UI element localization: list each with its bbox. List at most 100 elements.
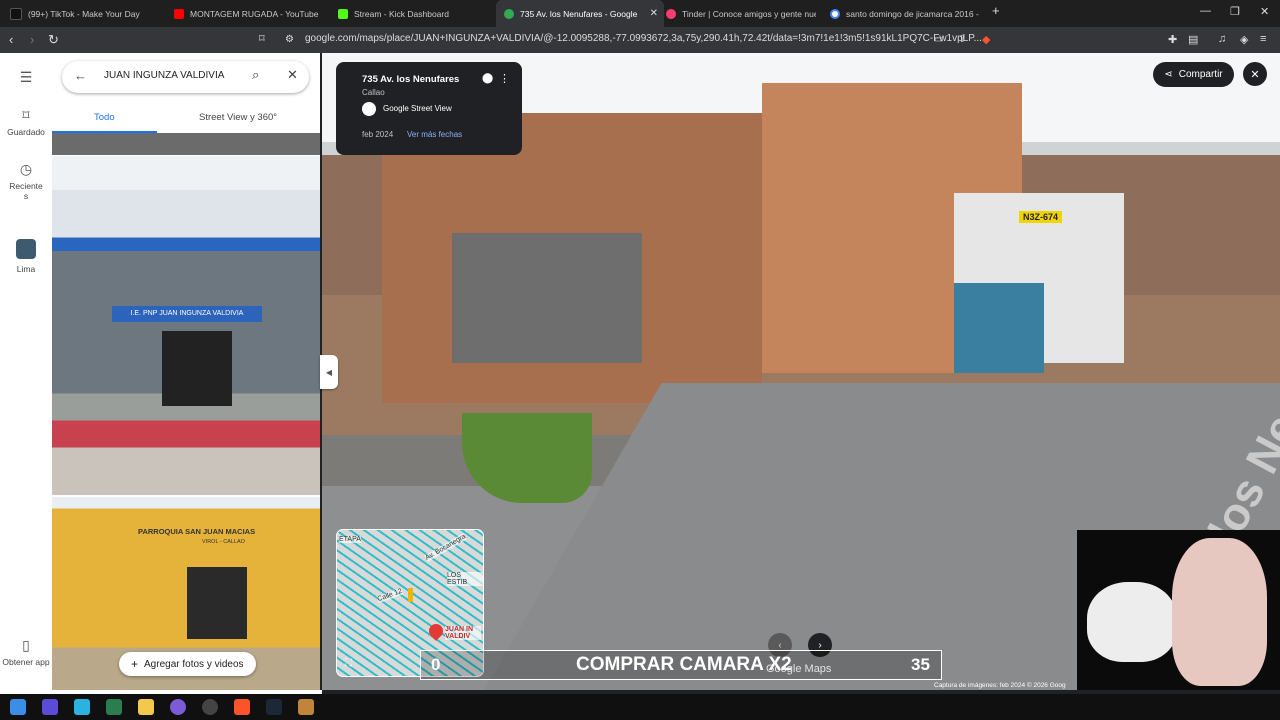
back-icon[interactable]: ‹ [9, 32, 13, 47]
tab-google-search[interactable]: santo domingo de jicamarca 2016 - E [830, 0, 980, 27]
url-field[interactable]: google.com/maps/place/JUAN+INGUNZA+VALDI… [305, 33, 982, 44]
new-tab-icon[interactable]: + [992, 3, 1000, 18]
minimize-icon[interactable]: — [1200, 5, 1211, 17]
kick-icon [338, 8, 348, 19]
map-pin-icon[interactable] [426, 621, 446, 641]
recents-label: Reciente s [9, 181, 43, 201]
plush-dog [1087, 582, 1177, 662]
location-pin-icon[interactable]: ⬤ [482, 73, 493, 84]
store-icon[interactable] [106, 699, 122, 715]
obs-icon[interactable] [202, 699, 218, 715]
map-label: Av. Bocanegra [424, 533, 467, 562]
brave-shield-icon[interactable]: ◆ [982, 33, 990, 46]
tab-title: santo domingo de jicamarca 2016 - E [846, 8, 980, 19]
lima-thumbnail-icon [16, 239, 36, 259]
maps-left-rail: ☰ ⌑ Guardado ◷ Reciente s Lima ▯ Obtener… [0, 53, 72, 690]
discord-icon[interactable] [170, 699, 186, 715]
sidewalk-planter [462, 413, 592, 503]
expand-map-icon[interactable]: ⛶ [345, 658, 352, 669]
get-app-button[interactable]: ▯ Obtener app [0, 637, 52, 667]
map-label: LOS ESTIB [447, 572, 483, 586]
tab-tiktok[interactable]: (99+) TikTok - Make Your Day [10, 0, 160, 27]
place-title: 735 Av. los Nenufares [362, 74, 460, 85]
reload-icon[interactable]: ↻ [48, 32, 59, 48]
app-icon[interactable] [42, 699, 58, 715]
sidebar-icon[interactable]: ▤ [1188, 33, 1198, 46]
saved-button[interactable]: ⌑ Guardado [0, 107, 52, 137]
map-label: ETAPA [339, 536, 361, 543]
search-panel: ← JUAN INGUNZA VALDIVIA ⌕ ✕ Todo Street … [52, 53, 320, 690]
restore-icon[interactable]: ❐ [1230, 5, 1240, 18]
clear-search-icon[interactable]: ✕ [287, 67, 298, 83]
maps-icon [504, 8, 514, 19]
source-label: Google Street View [383, 104, 452, 113]
tab-google-maps[interactable]: 735 Av. los Nenufares - Google M ✕ [496, 0, 664, 27]
file-explorer-icon[interactable] [138, 699, 154, 715]
more-dates-link[interactable]: Ver más fechas [407, 130, 462, 139]
hamburger-icon: ☰ [19, 69, 33, 85]
tab-title: Tinder | Conoce amigos y gente nue [682, 8, 816, 19]
church-sign: PARROQUIA SAN JUAN MACIAS [138, 527, 256, 536]
more-options-icon[interactable]: ⋮ [499, 72, 510, 85]
lima-label: Lima [16, 264, 36, 274]
church-subsign: VIROL - CALLAO [202, 539, 245, 545]
truck-cab [954, 283, 1044, 373]
media-icon[interactable]: ♫ [1218, 33, 1226, 45]
app-icon[interactable] [298, 699, 314, 715]
plush-cat [1172, 538, 1267, 686]
recent-place-lima[interactable]: Lima [0, 239, 52, 274]
image-credit: Captura de imágenes: feb 2024 © 2026 Goo… [934, 682, 1066, 689]
tab-title: MONTAGEM RUGADA - YouTube [190, 8, 319, 19]
bookmark-icon: ⌑ [22, 107, 30, 123]
church-door [187, 567, 247, 639]
photo-strip-top [52, 133, 320, 155]
overlay-text: COMPRAR CAMARA X2 [576, 654, 792, 675]
school-sign: I.E. PNP JUAN INGUNZA VALDIVIA [112, 306, 262, 322]
copilot-icon[interactable] [74, 699, 90, 715]
tab-kick[interactable]: Stream - Kick Dashboard [338, 0, 488, 27]
place-city: Callao [362, 88, 385, 97]
install-icon[interactable]: ▭ [934, 34, 943, 45]
collapse-panel-button[interactable]: ◀ [320, 355, 338, 389]
back-arrow-icon[interactable]: ← [74, 68, 87, 83]
start-icon[interactable] [10, 699, 26, 715]
history-icon: ◷ [19, 161, 33, 177]
wallet-icon[interactable]: ◈ [1240, 33, 1248, 46]
tinder-icon [666, 8, 676, 19]
steam-icon[interactable] [266, 699, 282, 715]
brave-icon[interactable] [234, 699, 250, 715]
overlay-right-count: 35 [911, 655, 930, 674]
add-photos-button[interactable]: + Agregar fotos y videos [119, 652, 256, 676]
close-tab-icon[interactable]: ✕ [644, 8, 664, 19]
browser-tab-strip: (99+) TikTok - Make Your Day MONTAGEM RU… [0, 0, 1280, 27]
tab-youtube[interactable]: MONTAGEM RUGADA - YouTube [174, 0, 324, 27]
tab-tinder[interactable]: Tinder | Conoce amigos y gente nue [666, 0, 816, 27]
close-street-view-button[interactable]: ✕ [1243, 62, 1267, 86]
map-label: JUAN IN VALDIV [445, 626, 481, 640]
share-page-icon[interactable]: ⇪ [958, 34, 966, 45]
capture-date: feb 2024 [362, 130, 394, 139]
tab-title: (99+) TikTok - Make Your Day [28, 8, 140, 19]
metal-gate [452, 233, 642, 363]
forward-icon[interactable]: › [30, 32, 34, 47]
tab-all[interactable]: Todo [94, 112, 115, 123]
pegman-icon[interactable] [408, 588, 413, 602]
menu-button[interactable]: ☰ [0, 69, 52, 89]
search-icon[interactable]: ⌕ [252, 67, 259, 83]
search-box[interactable]: ← JUAN INGUNZA VALDIVIA ⌕ ✕ [62, 61, 309, 93]
recents-button[interactable]: ◷ Reciente s [0, 161, 52, 201]
menu-icon[interactable]: ≡ [1260, 33, 1266, 45]
tab-street-view[interactable]: Street View y 360° [199, 112, 277, 123]
share-button[interactable]: ⋖ Compartir [1153, 62, 1234, 87]
address-bar-row: ‹ › ↻ ⌑ ⚙ google.com/maps/place/JUAN+ING… [0, 27, 1280, 53]
tab-title: Stream - Kick Dashboard [354, 8, 449, 19]
photo-school-facade[interactable]: I.E. PNP JUAN INGUNZA VALDIVIA [52, 156, 320, 495]
tiktok-icon [10, 7, 22, 20]
close-window-icon[interactable]: ✕ [1260, 5, 1269, 18]
bookmark-icon[interactable]: ⌑ [259, 32, 265, 45]
extensions-icon[interactable]: ✚ [1168, 33, 1177, 46]
google-icon [830, 8, 840, 19]
add-photos-label: Agregar fotos y videos [144, 658, 244, 670]
site-info-icon[interactable]: ⚙ [285, 34, 294, 45]
search-input[interactable]: JUAN INGUNZA VALDIVIA [104, 70, 224, 81]
